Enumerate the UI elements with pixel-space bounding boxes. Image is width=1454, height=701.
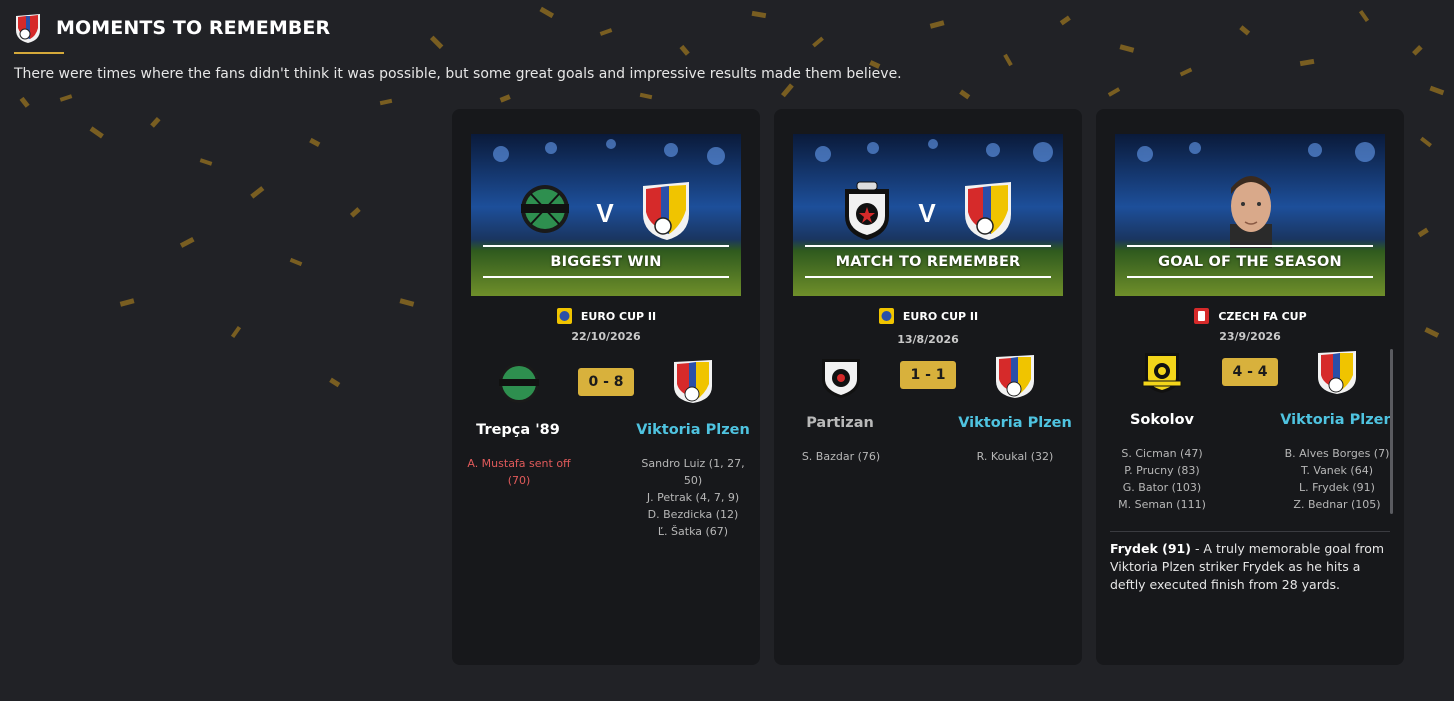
banner-label: GOAL OF THE SEASON: [1158, 254, 1342, 270]
away-scorers: Sandro Luiz (1, 27, 50) J. Petrak (4, 7,…: [628, 455, 758, 540]
away-scorers: R. Koukal (32): [950, 448, 1080, 465]
home-crest-sokolov-icon[interactable]: [1139, 349, 1185, 395]
euro-cup-icon: [878, 308, 894, 324]
page-subtitle: There were times where the fans didn't t…: [14, 66, 902, 82]
scorer-line[interactable]: Z. Bednar (105): [1272, 496, 1402, 513]
match-date: 13/8/2026: [897, 333, 959, 346]
away-crest-viktoria-plzen-icon[interactable]: [670, 358, 716, 404]
home-scorers: S. Bazdar (76): [776, 448, 906, 465]
scorer-line[interactable]: P. Prucny (83): [1096, 462, 1228, 479]
competition-name: EURO CUP II: [580, 309, 657, 323]
club-crest-icon: [16, 14, 40, 43]
home-scorers: S. Cicman (47) P. Prucny (83) G. Bator (…: [1096, 445, 1228, 513]
match-date: 23/9/2026: [1219, 330, 1281, 343]
competition: EURO CUP II: [452, 307, 760, 325]
banner-image: V MATCH TO REMEMBER: [793, 134, 1063, 296]
competition-name: CZECH FA CUP: [1218, 309, 1307, 323]
home-team-name[interactable]: Sokolov: [1096, 412, 1228, 428]
banner-label: BIGGEST WIN: [550, 254, 662, 270]
scorer-line[interactable]: Ľ. Šatka (67): [628, 523, 758, 540]
competition: EURO CUP II: [774, 307, 1082, 325]
scorer-line[interactable]: Sandro Luiz (1, 27,: [628, 455, 758, 472]
red-card-line: A. Mustafa sent off: [467, 457, 571, 470]
home-team-name[interactable]: Trepça '89: [452, 422, 584, 438]
score-badge: 0 - 8: [578, 368, 634, 396]
moment-card-goal-of-the-season[interactable]: GOAL OF THE SEASON CZECH FA CUP 23/9/202…: [1096, 109, 1404, 665]
moment-card-biggest-win[interactable]: V BIGGEST WIN EURO CUP II 22/10/2026 0 -…: [452, 109, 760, 665]
scorer-line[interactable]: B. Alves Borges (7): [1272, 445, 1402, 462]
away-team-name[interactable]: Viktoria Plzen: [628, 422, 758, 438]
trepca-crest-icon: [521, 185, 569, 233]
scorer-line[interactable]: G. Bator (103): [1096, 479, 1228, 496]
away-scorers: B. Alves Borges (7) T. Vanek (64) L. Fry…: [1272, 445, 1402, 513]
czech-cup-icon: [1194, 308, 1210, 324]
away-team-name[interactable]: Viktoria Plzen: [950, 415, 1080, 431]
scorer-line[interactable]: L. Frydek (91): [1272, 479, 1402, 496]
away-crest-viktoria-plzen-icon[interactable]: [1314, 349, 1360, 395]
home-crest-trepca-icon[interactable]: [496, 360, 542, 406]
goal-description: Frydek (91) - A truly memorable goal fro…: [1110, 540, 1390, 594]
home-team-name[interactable]: Partizan: [774, 415, 906, 431]
scorer-line[interactable]: S. Bazdar (76): [776, 448, 906, 465]
page-header: MOMENTS TO REMEMBER: [14, 12, 331, 54]
away-crest-viktoria-plzen-icon[interactable]: [992, 353, 1038, 399]
title-underline: [14, 52, 64, 54]
page-title: MOMENTS TO REMEMBER: [56, 17, 331, 39]
competition-name: EURO CUP II: [902, 309, 979, 323]
svg-text:V: V: [596, 198, 614, 228]
scorer-line[interactable]: R. Koukal (32): [950, 448, 1080, 465]
score-badge: 1 - 1: [900, 361, 956, 389]
scorer-line[interactable]: S. Cicman (47): [1096, 445, 1228, 462]
viktoria-plzen-crest-icon: [643, 182, 689, 240]
scorer-line[interactable]: D. Bezdicka (12): [628, 506, 758, 523]
home-events: A. Mustafa sent off (70): [454, 455, 584, 489]
divider: [1110, 531, 1390, 532]
banner-image: V BIGGEST WIN: [471, 134, 741, 296]
goal-scorer-highlight[interactable]: Frydek (91): [1110, 541, 1191, 556]
red-card-minute: (70): [507, 474, 531, 487]
viktoria-plzen-crest-icon: [965, 182, 1011, 240]
scorer-line[interactable]: T. Vanek (64): [1272, 462, 1402, 479]
score-badge: 4 - 4: [1222, 358, 1278, 386]
euro-cup-icon: [556, 308, 572, 324]
home-crest-partizan-icon[interactable]: [818, 353, 864, 399]
scrollbar[interactable]: [1390, 349, 1393, 514]
match-date: 22/10/2026: [571, 330, 641, 343]
player-portrait-icon: [1230, 176, 1272, 248]
scorer-line[interactable]: M. Seman (111): [1096, 496, 1228, 513]
scorer-line: 50): [683, 474, 703, 487]
partizan-crest-icon: [845, 181, 889, 240]
banner-image: GOAL OF THE SEASON: [1115, 134, 1385, 296]
moment-card-match-to-remember[interactable]: V MATCH TO REMEMBER EURO CUP II 13/8/202…: [774, 109, 1082, 665]
banner-label: MATCH TO REMEMBER: [835, 254, 1021, 270]
scorer-line[interactable]: J. Petrak (4, 7, 9): [628, 489, 758, 506]
svg-text:V: V: [918, 198, 936, 228]
away-team-name[interactable]: Viktoria Plzen: [1272, 412, 1402, 428]
competition: CZECH FA CUP: [1096, 307, 1404, 325]
